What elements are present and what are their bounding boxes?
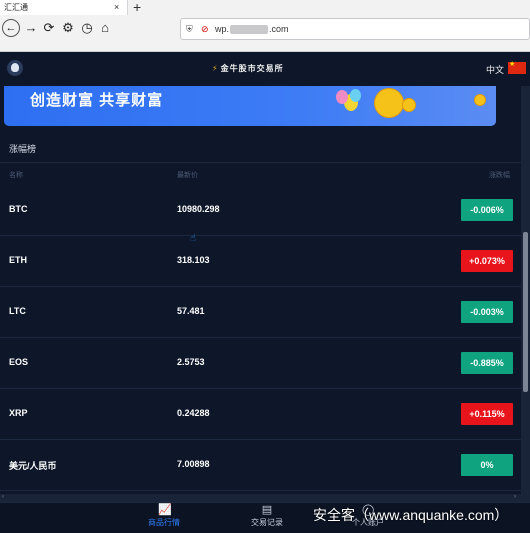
scrollbar-thumb[interactable] [523,232,528,392]
coin-icon [374,88,404,118]
browser-toolbar: ← → ⟳ ⚙ ◷ ⌂ ⛨ ⊘ wp. .com [0,16,530,50]
url-text: wp. .com [215,24,289,35]
address-bar[interactable]: ⛨ ⊘ wp. .com [180,18,530,40]
url-redaction [230,25,269,35]
app-header: ⚡ 金牛股市交易所 中文 [0,52,530,86]
new-tab-button[interactable]: + [133,0,141,15]
browser-chrome: 汇汇通 × + ← → ⟳ ⚙ ◷ ⌂ ⛨ ⊘ wp. .com [0,0,530,52]
banner-slogan: 创造财富 共享财富 [30,92,164,109]
balloon-icon [336,90,348,104]
logo-mark-icon: ⚡ [212,64,219,73]
coin-icon [474,94,486,106]
column-header-name: 名称 [9,172,23,179]
coin-price: 0.24288 [177,408,210,418]
change-badge: -0.003% [461,301,513,323]
scroll-right-icon[interactable]: › [514,494,516,500]
china-flag-icon[interactable] [508,60,526,74]
document-icon: ▤ [261,504,273,516]
table-row[interactable]: EOS 2.5753 -0.885% [0,338,521,389]
change-badge: -0.006% [461,199,513,221]
coin-price: 10980.298 [177,204,220,214]
change-badge: 0% [461,454,513,476]
coin-name: EOS [9,357,29,367]
horizontal-scrollbar[interactable]: ‹ › [0,494,521,502]
table-row[interactable]: XRP 0.24288 +0.115% [0,389,521,440]
reload-icon[interactable]: ⟳ [40,19,58,37]
tab-close-icon[interactable]: × [114,0,119,15]
column-header-change: 涨跌幅 [489,172,510,179]
table-row[interactable]: LTC 57.481 -0.003% [0,287,521,338]
forward-arrow-icon[interactable]: → [22,19,40,37]
tab-label: 商品行情 [148,518,180,527]
insecure-lock-icon[interactable]: ⊘ [201,19,209,39]
coin-name: ETH [9,255,27,265]
coin-name: XRP [9,408,28,418]
table-row[interactable]: ETH 318.103 +0.073% [0,236,521,287]
tab-records[interactable]: ▤ 交易记录 [227,504,307,528]
change-badge: +0.115% [461,403,513,425]
coin-price: 57.481 [177,306,205,316]
divider [0,162,521,163]
coin-name: 美元/人民币 [9,461,57,471]
coin-price: 318.103 [177,255,210,265]
coin-icon [402,98,416,112]
tab-title: 汇汇通 [4,3,28,12]
browser-tab[interactable]: 汇汇通 × [0,0,128,15]
column-header-price: 最新价 [177,172,198,179]
site-logo: ⚡ 金牛股市交易所 [212,64,284,73]
tab-market[interactable]: 📈 商品行情 [124,504,204,528]
settings-gear-icon[interactable]: ⚙ [59,19,77,37]
balloon-icon [350,89,361,102]
coin-price: 2.5753 [177,357,205,367]
vertical-scrollbar[interactable] [521,86,530,502]
hand-cursor-icon: ☝ [190,233,197,244]
tab-label: 交易记录 [251,518,283,527]
coin-name: BTC [9,204,28,214]
avatar[interactable] [7,60,23,76]
home-icon[interactable]: ⌂ [96,19,114,37]
coin-price: 7.00898 [177,459,210,469]
language-switch[interactable]: 中文 [486,63,504,76]
change-badge: +0.073% [461,250,513,272]
ranking-title: 涨幅榜 [9,144,37,154]
table-row[interactable]: BTC 10980.298 -0.006% [0,185,521,236]
table-row[interactable]: 美元/人民币 7.00898 0% [0,440,521,491]
change-badge: -0.885% [461,352,513,374]
chart-icon: 📈 [158,504,172,516]
back-arrow-icon[interactable]: ← [2,19,20,37]
scroll-left-icon[interactable]: ‹ [2,494,4,500]
coin-name: LTC [9,306,26,316]
history-clock-icon[interactable]: ◷ [78,19,96,37]
watermark: 安全客（www.anquanke.com） [313,507,509,523]
shield-icon: ⛨ [186,24,193,34]
promo-banner[interactable]: 创造财富 共享财富 [4,86,496,126]
